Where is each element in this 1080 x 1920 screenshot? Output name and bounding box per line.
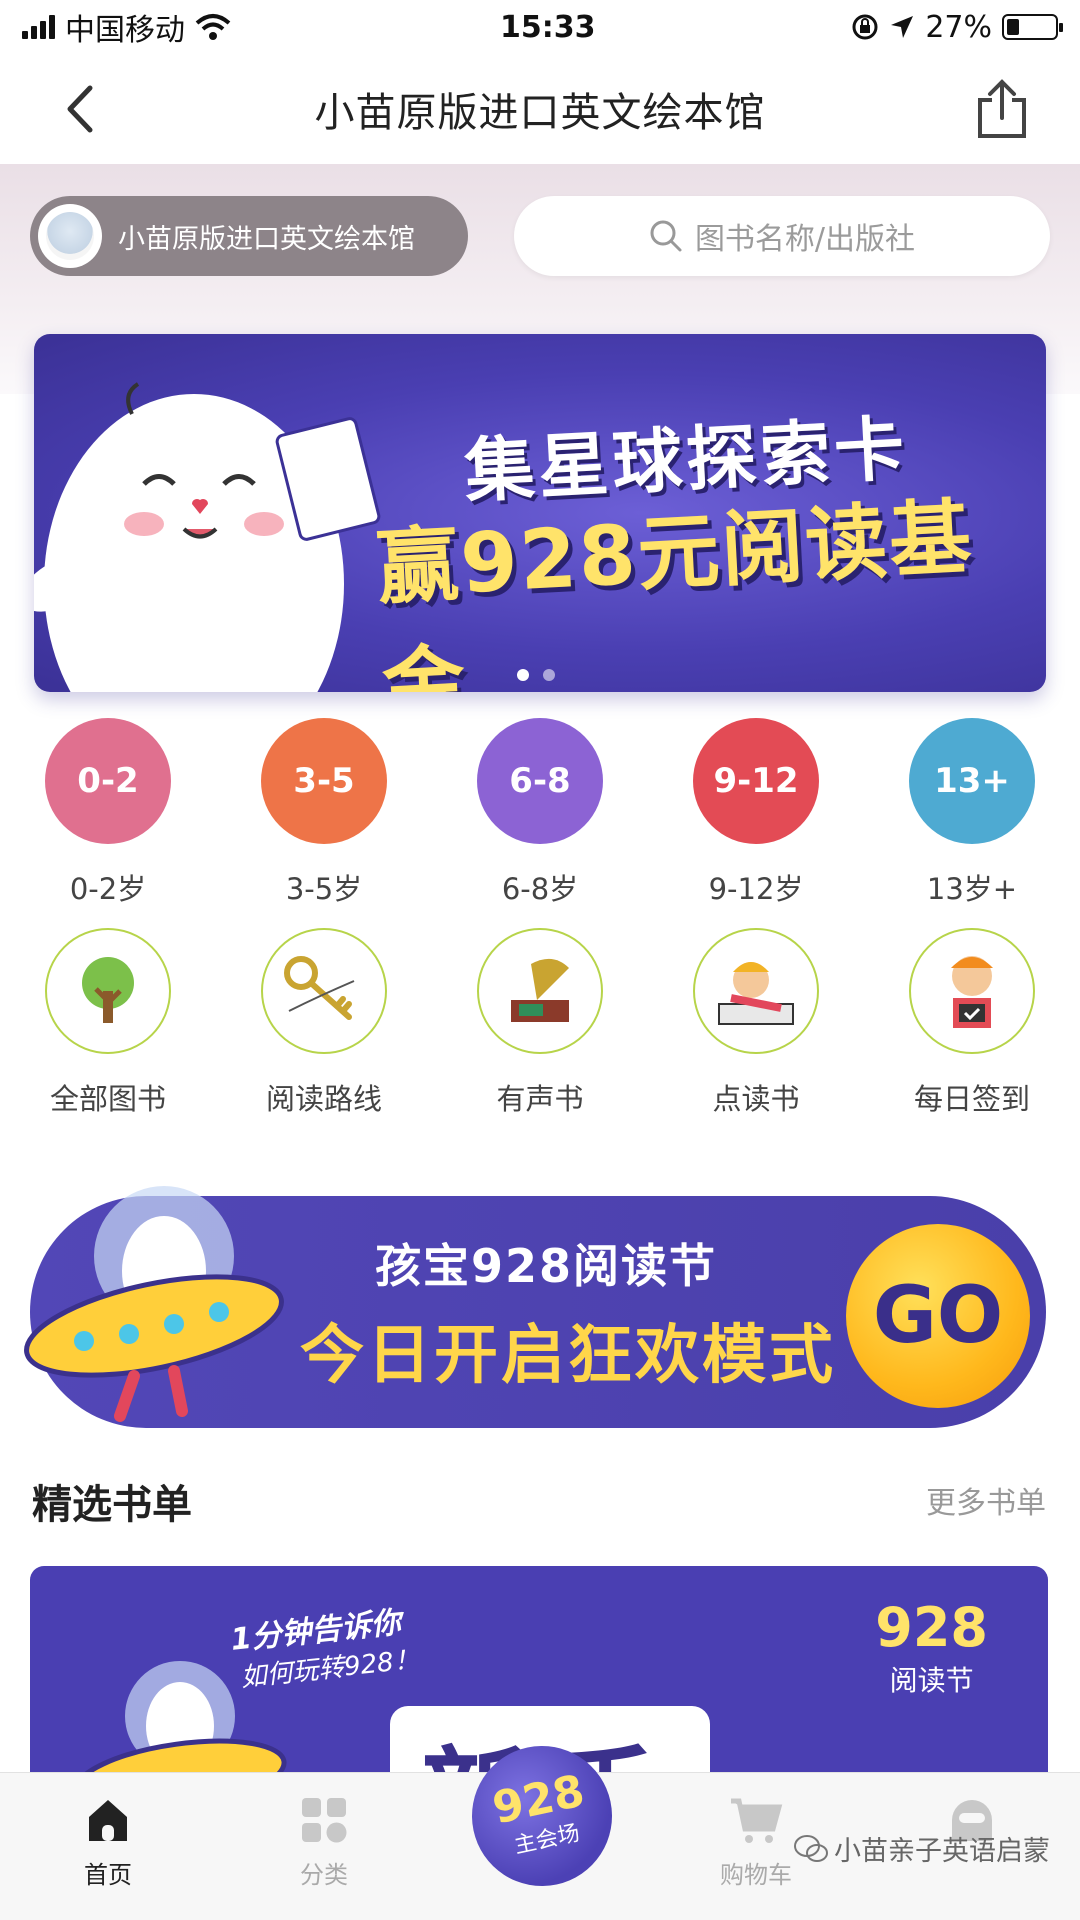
age-group-item[interactable]: 6-8 6-8岁 [432, 718, 648, 908]
ufo-mascot-icon [24, 1186, 284, 1422]
tab-cart-label: 购物车 [720, 1861, 792, 1889]
category-label: 全部图书 [49, 1082, 166, 1116]
search-icon [650, 220, 682, 252]
festival-title: 孩宝928阅读节 [375, 1239, 718, 1293]
category-item[interactable]: 每日签到 [864, 928, 1080, 1118]
festival-banner[interactable]: 孩宝928阅读节 今日开启狂欢模式 GO [24, 1186, 1046, 1428]
age-group-item[interactable]: 13+ 13岁+ [864, 718, 1080, 908]
main-venue-badge: 928 主会场 [458, 1732, 626, 1900]
tab-category-label: 分类 [300, 1861, 348, 1889]
rotation-lock-icon [852, 14, 878, 40]
banner-subheadline: 赢928元阅读基金 [374, 490, 976, 692]
more-booklists-link[interactable]: 更多书单 [926, 1478, 1046, 1522]
category-item[interactable]: 点读书 [648, 928, 864, 1118]
checkin-boy-icon [909, 928, 1035, 1054]
festival-logo-number: 928 [875, 1596, 988, 1659]
section-title: 精选书单 [32, 1482, 192, 1528]
location-icon [891, 16, 914, 38]
age-group-label: 3-5岁 [285, 872, 363, 906]
tab-category[interactable]: 分类 [216, 1773, 432, 1920]
cart-icon [731, 1798, 783, 1843]
carrier-name: 中国移动 [65, 13, 185, 48]
search-input[interactable]: 图书名称/出版社 [514, 196, 1050, 276]
gramophone-icon [477, 928, 603, 1054]
category-label: 有声书 [496, 1082, 584, 1116]
festival-logo: 928 阅读节 [875, 1596, 988, 1699]
age-group-row: 0-2 0-2岁 3-5 3-5岁 6-8 6-8岁 9-12 9-12岁 13+ 13岁+ [0, 718, 1080, 908]
age-group-badge: 0-2 [45, 718, 171, 844]
key-icon [261, 928, 387, 1054]
wechat-icon [794, 1834, 828, 1862]
tab-main-venue[interactable]: 928 主会场 [440, 1728, 640, 1900]
category-item[interactable]: 全部图书 [0, 928, 216, 1118]
store-pill[interactable]: 小苗原版进口英文绘本馆 [30, 196, 468, 276]
search-placeholder: 图书名称/出版社 [694, 222, 916, 257]
category-item[interactable]: 有声书 [432, 928, 648, 1118]
age-group-badge: 9-12 [693, 718, 819, 844]
age-group-label: 6-8岁 [501, 872, 579, 906]
age-group-item[interactable]: 9-12 9-12岁 [648, 718, 864, 908]
home-icon [89, 1800, 127, 1841]
grid-icon [302, 1798, 347, 1843]
category-label: 点读书 [712, 1082, 800, 1116]
age-group-badge: 13+ [909, 718, 1035, 844]
store-name: 小苗原版进口英文绘本馆 [118, 223, 415, 255]
age-group-label: 0-2岁 [69, 872, 147, 906]
age-group-item[interactable]: 0-2 0-2岁 [0, 718, 216, 908]
battery-fill [1007, 19, 1020, 35]
age-group-label: 13岁+ [926, 872, 1018, 906]
share-icon[interactable] [972, 78, 1032, 140]
reading-child-icon [693, 928, 819, 1054]
festival-subtitle: 今日开启狂欢模式 [300, 1319, 836, 1393]
age-group-item[interactable]: 3-5 3-5岁 [216, 718, 432, 908]
store-logo [38, 204, 102, 268]
page-title: 小苗原版进口英文绘本馆 [314, 90, 766, 136]
status-bar: 中国移动 15:33 27% [0, 0, 1080, 54]
carousel-dot-active [517, 669, 529, 681]
wifi-icon [195, 14, 231, 40]
category-item[interactable]: 阅读路线 [216, 928, 432, 1118]
age-group-badge: 6-8 [477, 718, 603, 844]
wechat-watermark: 小苗亲子英语启蒙 [794, 1829, 1050, 1868]
battery-icon [1002, 14, 1063, 40]
watermark-text: 小苗亲子英语启蒙 [834, 1836, 1050, 1867]
carousel-dots [517, 669, 555, 681]
go-button[interactable]: GO [846, 1224, 1030, 1408]
battery-percent: 27% [925, 9, 992, 45]
age-group-badge: 3-5 [261, 718, 387, 844]
back-icon[interactable] [54, 82, 108, 136]
status-right: 27% [851, 9, 1063, 45]
age-group-label: 9-12岁 [708, 872, 804, 906]
signal-icon [22, 15, 55, 39]
promo-banner[interactable]: 集星球探索卡 赢928元阅读基金 [34, 334, 1046, 692]
status-time: 15:33 [500, 9, 596, 45]
tab-home-label: 首页 [84, 1861, 132, 1889]
festival-logo-text: 阅读节 [889, 1664, 974, 1697]
carousel-dot [543, 669, 555, 681]
category-row: 全部图书 阅读路线 有声书 点读书 每日签到 [0, 928, 1080, 1118]
nav-bar: 小苗原版进口英文绘本馆 [0, 54, 1080, 164]
category-label: 每日签到 [913, 1082, 1030, 1116]
tab-home[interactable]: 首页 [0, 1773, 216, 1920]
status-left: 中国移动 [22, 5, 231, 49]
category-label: 阅读路线 [265, 1082, 382, 1116]
tree-icon [45, 928, 171, 1054]
